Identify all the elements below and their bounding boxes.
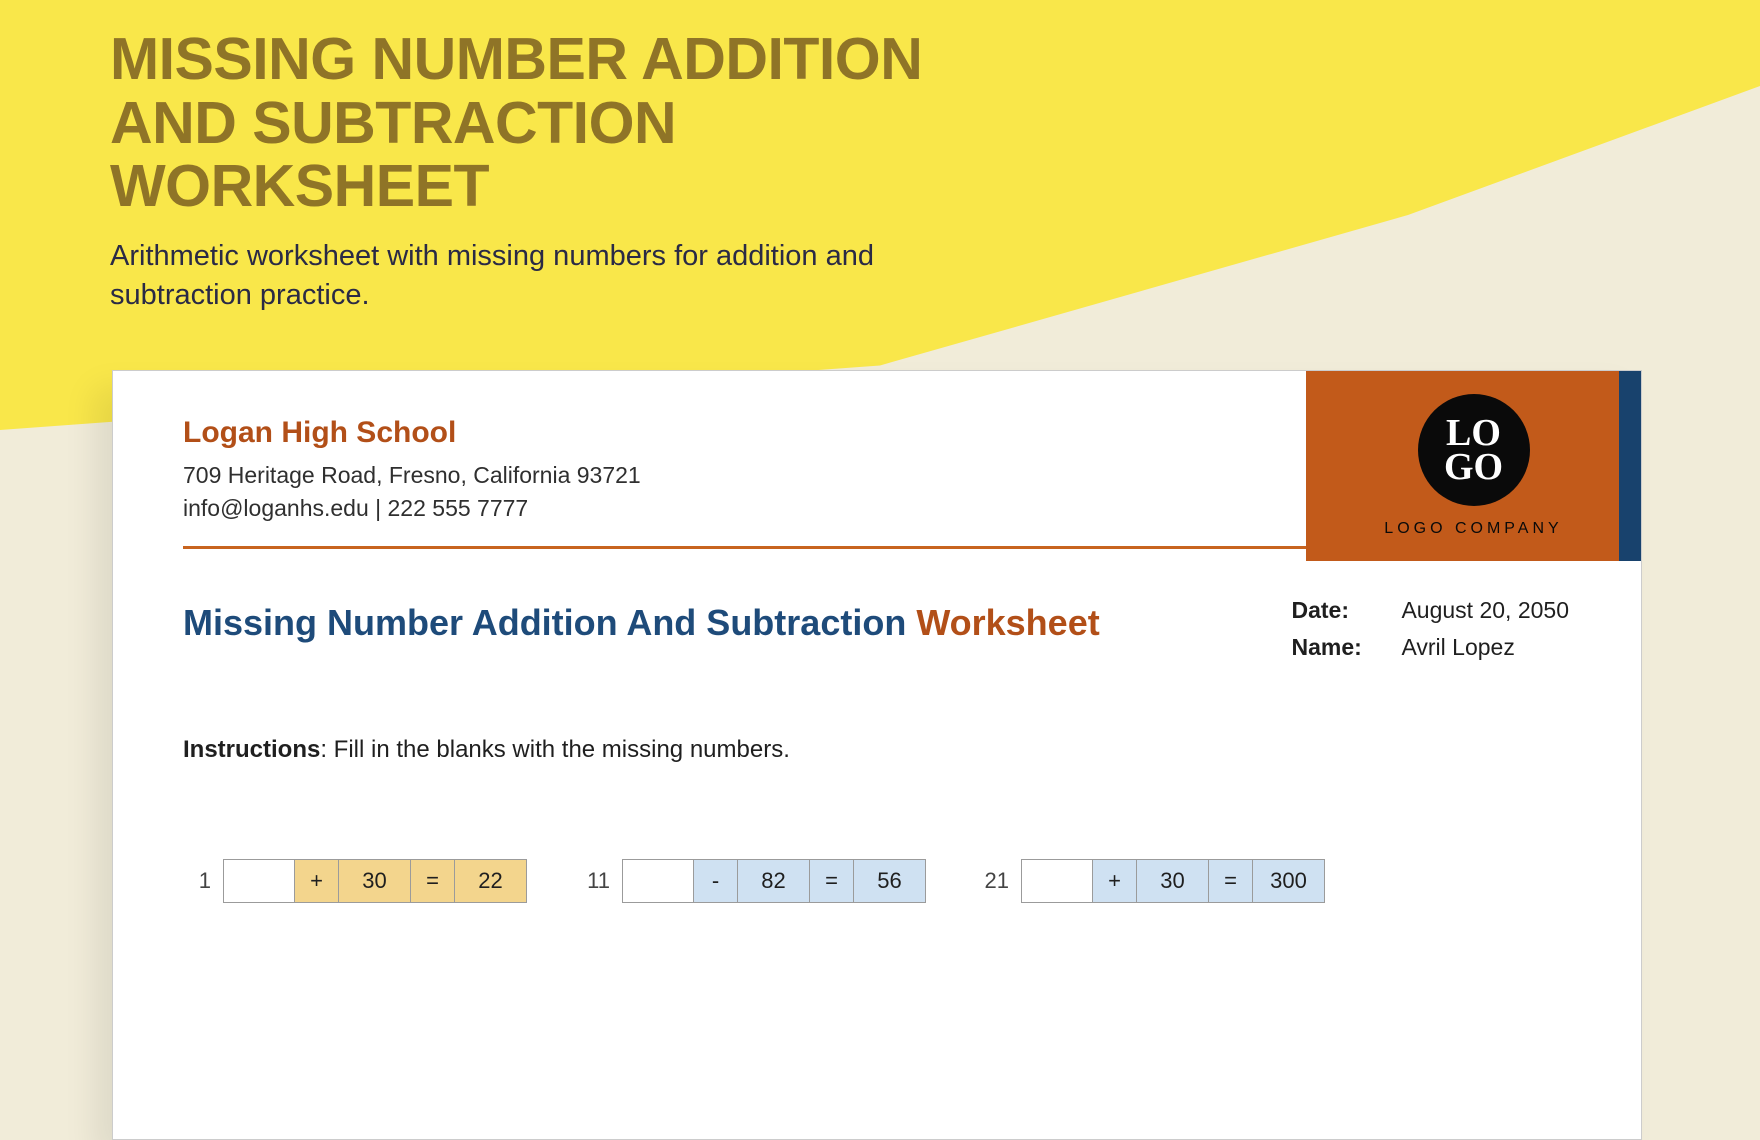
worksheet-page: Logan High School 709 Heritage Road, Fre…: [112, 370, 1642, 1140]
letterhead: Logan High School 709 Heritage Road, Fre…: [113, 371, 1641, 522]
date-label: Date:: [1291, 597, 1401, 624]
problem-number: 11: [582, 868, 610, 894]
instructions: Instructions: Fill in the blanks with th…: [183, 736, 1571, 764]
meta-row-name: Name: Avril Lopez: [1291, 634, 1569, 661]
name-label: Name:: [1291, 634, 1401, 661]
operand-b: 30: [339, 859, 411, 903]
logo-company: LOGO COMPANY: [1384, 520, 1562, 538]
worksheet-meta: Date: August 20, 2050 Name: Avril Lopez: [1291, 597, 1569, 671]
result: 300: [1253, 859, 1325, 903]
logo-block: LO GO LOGO COMPANY: [1306, 371, 1641, 561]
problem-cells: -82=56: [622, 859, 926, 903]
operator: +: [295, 859, 339, 903]
hero-title: MISSING NUMBER ADDITION AND SUBTRACTION …: [110, 28, 1010, 219]
problem-cells: +30=22: [223, 859, 527, 903]
problem: 11 -82=56: [582, 859, 926, 903]
operand-blank[interactable]: [1021, 859, 1093, 903]
operator: -: [694, 859, 738, 903]
operand-blank[interactable]: [223, 859, 295, 903]
date-value: August 20, 2050: [1401, 597, 1569, 624]
problem: 21 +30=300: [981, 859, 1325, 903]
operator: +: [1093, 859, 1137, 903]
problem: 1 +30=22: [183, 859, 527, 903]
hero: MISSING NUMBER ADDITION AND SUBTRACTION …: [110, 28, 1010, 315]
problems-row: 1+30=2211-82=5621+30=300: [183, 859, 1571, 903]
result: 56: [854, 859, 926, 903]
worksheet-content: Missing Number Addition And Subtraction …: [113, 549, 1641, 903]
name-value: Avril Lopez: [1401, 634, 1514, 661]
hero-subtitle: Arithmetic worksheet with missing number…: [110, 237, 1010, 315]
logo-text-top: LO: [1446, 416, 1501, 450]
instructions-text: : Fill in the blanks with the missing nu…: [320, 736, 790, 763]
worksheet-title-main: Missing Number Addition And Subtraction: [183, 602, 916, 643]
operand-blank[interactable]: [622, 859, 694, 903]
operand-b: 82: [738, 859, 810, 903]
problem-number: 21: [981, 868, 1009, 894]
problem-cells: +30=300: [1021, 859, 1325, 903]
operand-b: 30: [1137, 859, 1209, 903]
problem-number: 1: [183, 868, 211, 894]
equals: =: [411, 859, 455, 903]
worksheet-title-accent: Worksheet: [916, 602, 1099, 643]
logo-icon: LO GO: [1418, 394, 1530, 506]
instructions-label: Instructions: [183, 736, 320, 763]
result: 22: [455, 859, 527, 903]
equals: =: [1209, 859, 1253, 903]
equals: =: [810, 859, 854, 903]
meta-row-date: Date: August 20, 2050: [1291, 597, 1569, 624]
logo-text-bottom: GO: [1444, 450, 1503, 484]
